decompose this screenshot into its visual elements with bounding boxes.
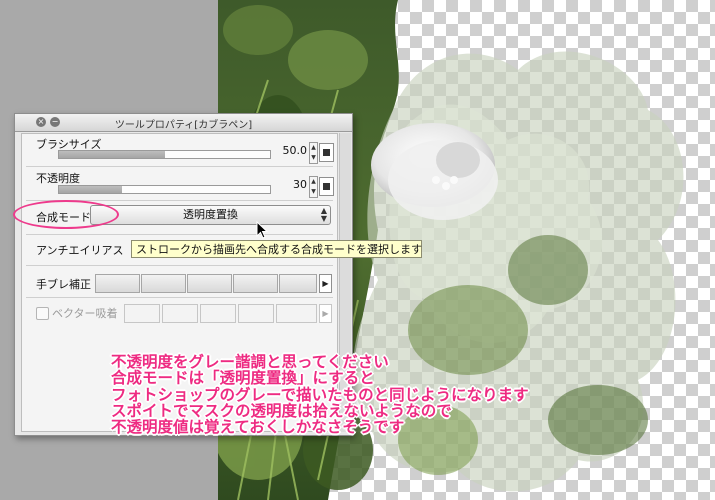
annotation-text: 不透明度をグレー諧調と思ってください 合成モードは「透明度置換」にすると フォト… <box>111 353 671 437</box>
divider <box>26 297 333 298</box>
annotation-line: 合成モードは「透明度置換」にすると <box>111 369 375 388</box>
vector-snap-segment[interactable] <box>124 304 160 323</box>
antialias-label: アンチエイリアス <box>36 244 124 257</box>
tooltip: ストロークから描画先へ合成する合成モードを選択します <box>131 240 422 258</box>
opacity-menu-button[interactable] <box>319 177 334 196</box>
stabilizer-segment[interactable] <box>141 274 186 293</box>
vector-snap-segment[interactable] <box>162 304 198 323</box>
stabilizer-segment[interactable] <box>187 274 232 293</box>
mouse-cursor-icon <box>256 221 268 239</box>
annotation-line: スポイトでマスクの透明度は拾えないようなので <box>111 401 452 420</box>
brush-size-stepper[interactable]: ▲ ▼ <box>309 142 318 164</box>
brush-size-value[interactable]: 50.0 <box>262 144 308 157</box>
brush-size-menu-button[interactable] <box>319 143 334 162</box>
brush-size-slider[interactable] <box>58 150 271 159</box>
opacity-slider[interactable] <box>58 185 271 194</box>
opacity-slider-fill <box>59 186 123 193</box>
divider <box>26 234 333 235</box>
blend-mode-selected: 透明度置換 <box>183 208 238 221</box>
divider <box>26 166 333 167</box>
opacity-label: 不透明度 <box>36 172 80 185</box>
stabilizer-label: 手ブレ補正 <box>36 278 91 291</box>
panel-titlebar[interactable]: × − ツールプロパティ[カブラペン] <box>15 114 352 132</box>
blend-mode-select[interactable]: 透明度置換 ▲ ▼ <box>90 205 331 225</box>
annotation-line: フォトショップのグレーで描いたものと同じようになります <box>111 385 529 404</box>
highlight-ellipse <box>13 200 119 229</box>
divider <box>26 265 333 266</box>
annotation-line: 不透明度値は覚えておくしかなさそうです <box>111 418 405 437</box>
vector-snap-segment[interactable] <box>238 304 274 323</box>
stabilizer-expand-button[interactable]: ▶ <box>319 274 332 293</box>
updown-arrows-icon: ▲ ▼ <box>320 206 327 223</box>
annotation-line: 不透明度をグレー諧調と思ってください <box>111 353 389 371</box>
vector-snap-segment[interactable] <box>200 304 236 323</box>
stabilizer-segment[interactable] <box>233 274 278 293</box>
panel-title: ツールプロパティ[カブラペン] <box>114 120 253 131</box>
vector-snap-segment[interactable] <box>276 304 317 323</box>
opacity-value[interactable]: 30 <box>262 178 307 191</box>
vector-snap-checkbox[interactable] <box>36 307 49 320</box>
vector-snap-label: ベクター吸着 <box>52 307 118 320</box>
brush-size-slider-fill <box>59 151 165 158</box>
stabilizer-segment[interactable] <box>279 274 317 293</box>
stabilizer-segment[interactable] <box>95 274 140 293</box>
vector-snap-expand-button[interactable]: ▶ <box>319 304 332 323</box>
opacity-stepper[interactable]: ▲ ▼ <box>309 176 318 198</box>
